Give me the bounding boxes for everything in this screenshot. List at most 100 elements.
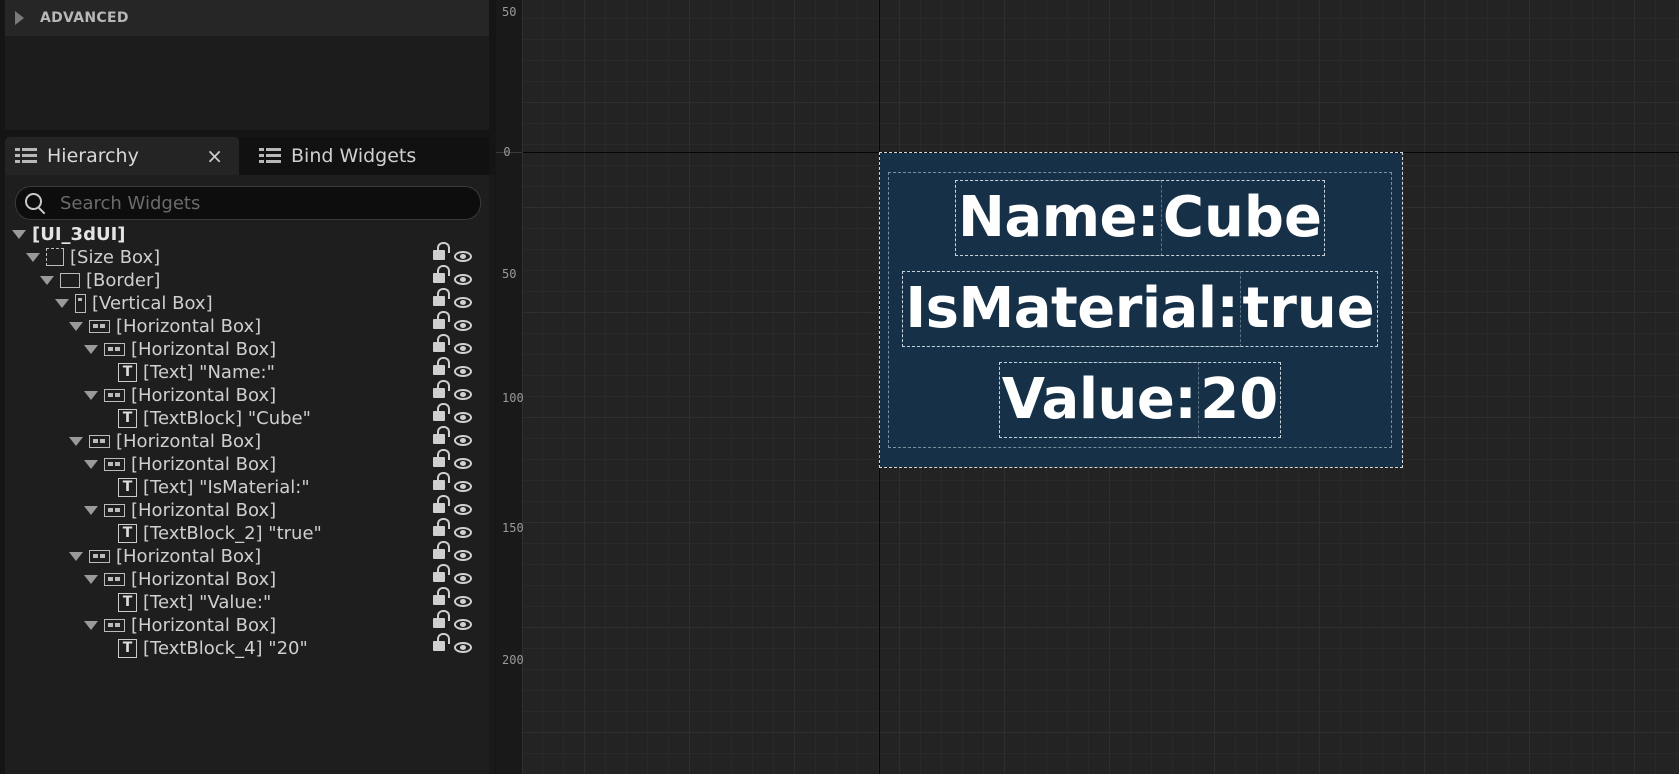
unlock-icon[interactable] [433, 357, 450, 375]
caret-down-icon[interactable] [84, 620, 98, 630]
preview-row-name: Name: Cube [889, 180, 1391, 256]
tab-hierarchy[interactable]: Hierarchy × [5, 137, 239, 175]
eye-icon[interactable] [454, 320, 472, 331]
eye-icon[interactable] [454, 527, 472, 538]
designer-canvas[interactable]: 50 0 50 100 150 200 Name: Cube IsMateria… [496, 0, 1679, 774]
tree-row[interactable]: T [Text] "Name:" [5, 357, 489, 384]
tree-row[interactable]: [Vertical Box] [5, 288, 489, 315]
horizontal-box-outline[interactable]: Name: Cube [955, 180, 1325, 256]
unlock-icon[interactable] [433, 380, 450, 398]
tree-row[interactable]: [Horizontal Box] [5, 426, 489, 453]
eye-icon[interactable] [454, 481, 472, 492]
unlock-icon[interactable] [433, 610, 450, 628]
caret-down-icon[interactable] [55, 298, 69, 308]
eye-icon[interactable] [454, 297, 472, 308]
preview-key[interactable]: Value: [998, 362, 1200, 438]
advanced-header[interactable]: ADVANCED [5, 0, 489, 36]
tree-row[interactable]: T [TextBlock_2] "true" [5, 518, 489, 545]
tree-row[interactable]: [Horizontal Box] [5, 334, 489, 361]
caret-down-icon[interactable] [84, 459, 98, 469]
unlock-icon[interactable] [433, 587, 450, 605]
eye-icon[interactable] [454, 274, 472, 285]
tree-row[interactable]: [Size Box] [5, 242, 489, 269]
preview-key[interactable]: Name: [955, 180, 1162, 256]
eye-icon[interactable] [454, 642, 472, 653]
caret-down-icon[interactable] [84, 344, 98, 354]
tree-row[interactable]: [Horizontal Box] [5, 541, 489, 568]
horizontal-box-outline[interactable]: IsMaterial: true [902, 271, 1378, 347]
vertical-ruler[interactable]: 50 0 50 100 150 200 [496, 0, 524, 774]
caret-down-icon[interactable] [84, 390, 98, 400]
unlock-icon[interactable] [433, 403, 450, 421]
eye-icon[interactable] [454, 458, 472, 469]
caret-down-icon[interactable] [40, 275, 54, 285]
eye-icon[interactable] [454, 251, 472, 262]
tree-row-label: [Horizontal Box] [131, 499, 277, 521]
tree-row[interactable]: [Border] [5, 265, 489, 292]
unlock-icon[interactable] [433, 265, 450, 283]
horizontal-box-icon [104, 503, 125, 517]
text-icon: T [118, 477, 137, 497]
caret-down-icon[interactable] [69, 551, 83, 561]
eye-icon[interactable] [454, 366, 472, 377]
eye-icon[interactable] [454, 596, 472, 607]
tree-row-label: [Border] [86, 269, 161, 291]
unlock-icon[interactable] [433, 449, 450, 467]
tree-row[interactable]: T [TextBlock] "Cube" [5, 403, 489, 430]
preview-key[interactable]: IsMaterial: [902, 271, 1242, 347]
caret-down-icon[interactable] [26, 252, 40, 262]
tree-row[interactable]: [Horizontal Box] [5, 564, 489, 591]
eye-icon[interactable] [454, 504, 472, 515]
caret-down-icon[interactable] [69, 436, 83, 446]
eye-icon[interactable] [454, 550, 472, 561]
unlock-icon[interactable] [433, 426, 450, 444]
eye-icon[interactable] [454, 573, 472, 584]
caret-down-icon[interactable] [84, 574, 98, 584]
tree-row[interactable]: [Horizontal Box] [5, 495, 489, 522]
caret-down-icon[interactable] [84, 505, 98, 515]
unlock-icon[interactable] [433, 311, 450, 329]
tree-row[interactable]: [Horizontal Box] [5, 311, 489, 338]
preview-value[interactable]: true [1240, 272, 1376, 346]
tree-row[interactable]: [Horizontal Box] [5, 449, 489, 476]
tree-row[interactable]: T [Text] "IsMaterial:" [5, 472, 489, 499]
tree-row-label: [UI_3dUI] [32, 223, 126, 245]
eye-icon[interactable] [454, 412, 472, 423]
caret-down-icon[interactable] [69, 321, 83, 331]
unlock-icon[interactable] [433, 242, 450, 260]
tree-row-label: [Text] "Name:" [143, 361, 275, 383]
tree-row-root[interactable]: [UI_3dUI] [5, 222, 489, 246]
tree-row-label: [TextBlock_2] "true" [143, 522, 322, 544]
widget-preview[interactable]: Name: Cube IsMaterial: true Value: 20 [879, 152, 1403, 468]
horizontal-box-outline[interactable]: Value: 20 [998, 362, 1282, 438]
tree-row[interactable]: T [Text] "Value:" [5, 587, 489, 614]
eye-icon[interactable] [454, 435, 472, 446]
eye-icon[interactable] [454, 343, 472, 354]
caret-down-icon[interactable] [12, 229, 26, 239]
close-icon[interactable]: × [206, 144, 223, 168]
tree-row-label: [Size Box] [70, 246, 161, 268]
unlock-icon[interactable] [433, 334, 450, 352]
eye-icon[interactable] [454, 619, 472, 630]
unlock-icon[interactable] [433, 518, 450, 536]
tab-bind-widgets[interactable]: Bind Widgets [249, 137, 489, 175]
unlock-icon[interactable] [433, 564, 450, 582]
unlock-icon[interactable] [433, 472, 450, 490]
unlock-icon[interactable] [433, 288, 450, 306]
preview-value[interactable]: Cube [1161, 181, 1324, 255]
unlock-icon[interactable] [433, 541, 450, 559]
unlock-icon[interactable] [433, 633, 450, 651]
text-icon: T [118, 523, 137, 543]
tree-row[interactable]: T [TextBlock_4] "20" [5, 633, 489, 660]
unlock-icon[interactable] [433, 495, 450, 513]
hierarchy-scrollbar[interactable] [489, 175, 495, 774]
search-input[interactable] [58, 191, 462, 215]
text-icon: T [118, 592, 137, 612]
search-box[interactable] [15, 186, 481, 220]
tree-row[interactable]: [Horizontal Box] [5, 610, 489, 637]
preview-value[interactable]: 20 [1198, 363, 1280, 437]
tree-row[interactable]: [Horizontal Box] [5, 380, 489, 407]
expand-arrow-icon[interactable] [15, 11, 24, 25]
ruler-label: 150 [502, 521, 524, 535]
eye-icon[interactable] [454, 389, 472, 400]
